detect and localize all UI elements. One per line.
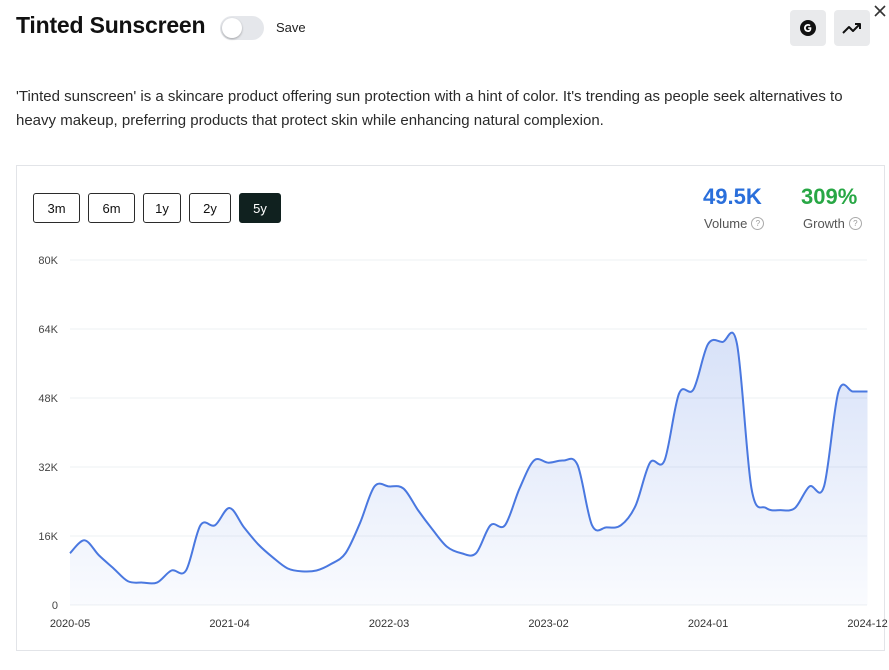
data-point[interactable]	[836, 389, 842, 395]
data-point[interactable]	[96, 552, 102, 558]
data-point[interactable]	[850, 389, 856, 395]
data-point[interactable]	[140, 580, 146, 586]
data-point[interactable]	[749, 486, 755, 492]
x-tick-label: 2022-03	[369, 618, 409, 630]
x-tick-label: 2020-05	[50, 618, 90, 630]
data-point[interactable]	[763, 505, 769, 511]
data-point[interactable]	[328, 561, 334, 567]
y-tick-label: 64K	[38, 324, 58, 336]
data-point[interactable]	[647, 460, 653, 466]
data-point[interactable]	[720, 339, 726, 345]
data-point[interactable]	[198, 522, 204, 528]
data-point[interactable]	[488, 522, 494, 528]
data-point[interactable]	[792, 505, 798, 511]
volume-chart: 0 16K 32K 48K 64K 80K 2020-05 2021-04 2022-03 202…	[38, 255, 887, 630]
data-point[interactable]	[604, 524, 610, 530]
data-point[interactable]	[357, 520, 363, 526]
data-point[interactable]	[589, 522, 595, 528]
x-tick-label: 2021-04	[209, 618, 249, 630]
data-point[interactable]	[517, 486, 523, 492]
data-point[interactable]	[734, 341, 740, 347]
data-point[interactable]	[67, 550, 73, 556]
data-point[interactable]	[169, 568, 175, 574]
data-point[interactable]	[502, 522, 508, 528]
data-point[interactable]	[807, 483, 813, 489]
data-point[interactable]	[183, 568, 189, 574]
data-point[interactable]	[212, 522, 218, 528]
data-point[interactable]	[154, 580, 160, 586]
data-point[interactable]	[401, 486, 407, 492]
y-tick-label: 48K	[38, 393, 58, 405]
data-point[interactable]	[821, 483, 827, 489]
data-point[interactable]	[575, 462, 581, 468]
y-tick-label: 32K	[38, 462, 58, 474]
data-point[interactable]	[111, 565, 117, 571]
data-point[interactable]	[241, 524, 247, 530]
y-tick-label: 0	[52, 600, 58, 612]
x-tick-label: 2023-02	[528, 618, 568, 630]
data-point[interactable]	[531, 458, 537, 464]
data-point[interactable]	[227, 505, 233, 511]
data-point[interactable]	[256, 542, 262, 548]
x-tick-label: 2024-12	[847, 618, 887, 630]
data-point[interactable]	[633, 503, 639, 509]
data-point[interactable]	[372, 483, 378, 489]
data-point[interactable]	[676, 391, 682, 397]
x-tick-label: 2024-01	[688, 618, 728, 630]
data-point[interactable]	[560, 458, 566, 464]
data-point[interactable]	[386, 483, 392, 489]
data-point[interactable]	[430, 527, 436, 533]
data-point[interactable]	[444, 544, 450, 550]
data-point[interactable]	[314, 568, 320, 574]
data-point[interactable]	[778, 507, 784, 513]
data-point[interactable]	[82, 537, 88, 543]
data-point[interactable]	[865, 389, 871, 395]
y-tick-label: 80K	[38, 255, 58, 267]
data-point[interactable]	[343, 550, 349, 556]
data-point[interactable]	[459, 550, 465, 556]
data-point[interactable]	[473, 550, 479, 556]
data-point[interactable]	[618, 522, 624, 528]
data-point[interactable]	[546, 460, 552, 466]
data-point[interactable]	[705, 341, 711, 347]
data-point[interactable]	[415, 507, 421, 513]
y-tick-label: 16K	[38, 531, 58, 543]
data-point[interactable]	[299, 568, 305, 574]
data-point[interactable]	[125, 578, 131, 584]
data-point[interactable]	[285, 565, 291, 571]
data-point[interactable]	[270, 555, 276, 561]
data-point[interactable]	[691, 386, 697, 392]
data-point[interactable]	[662, 458, 668, 464]
